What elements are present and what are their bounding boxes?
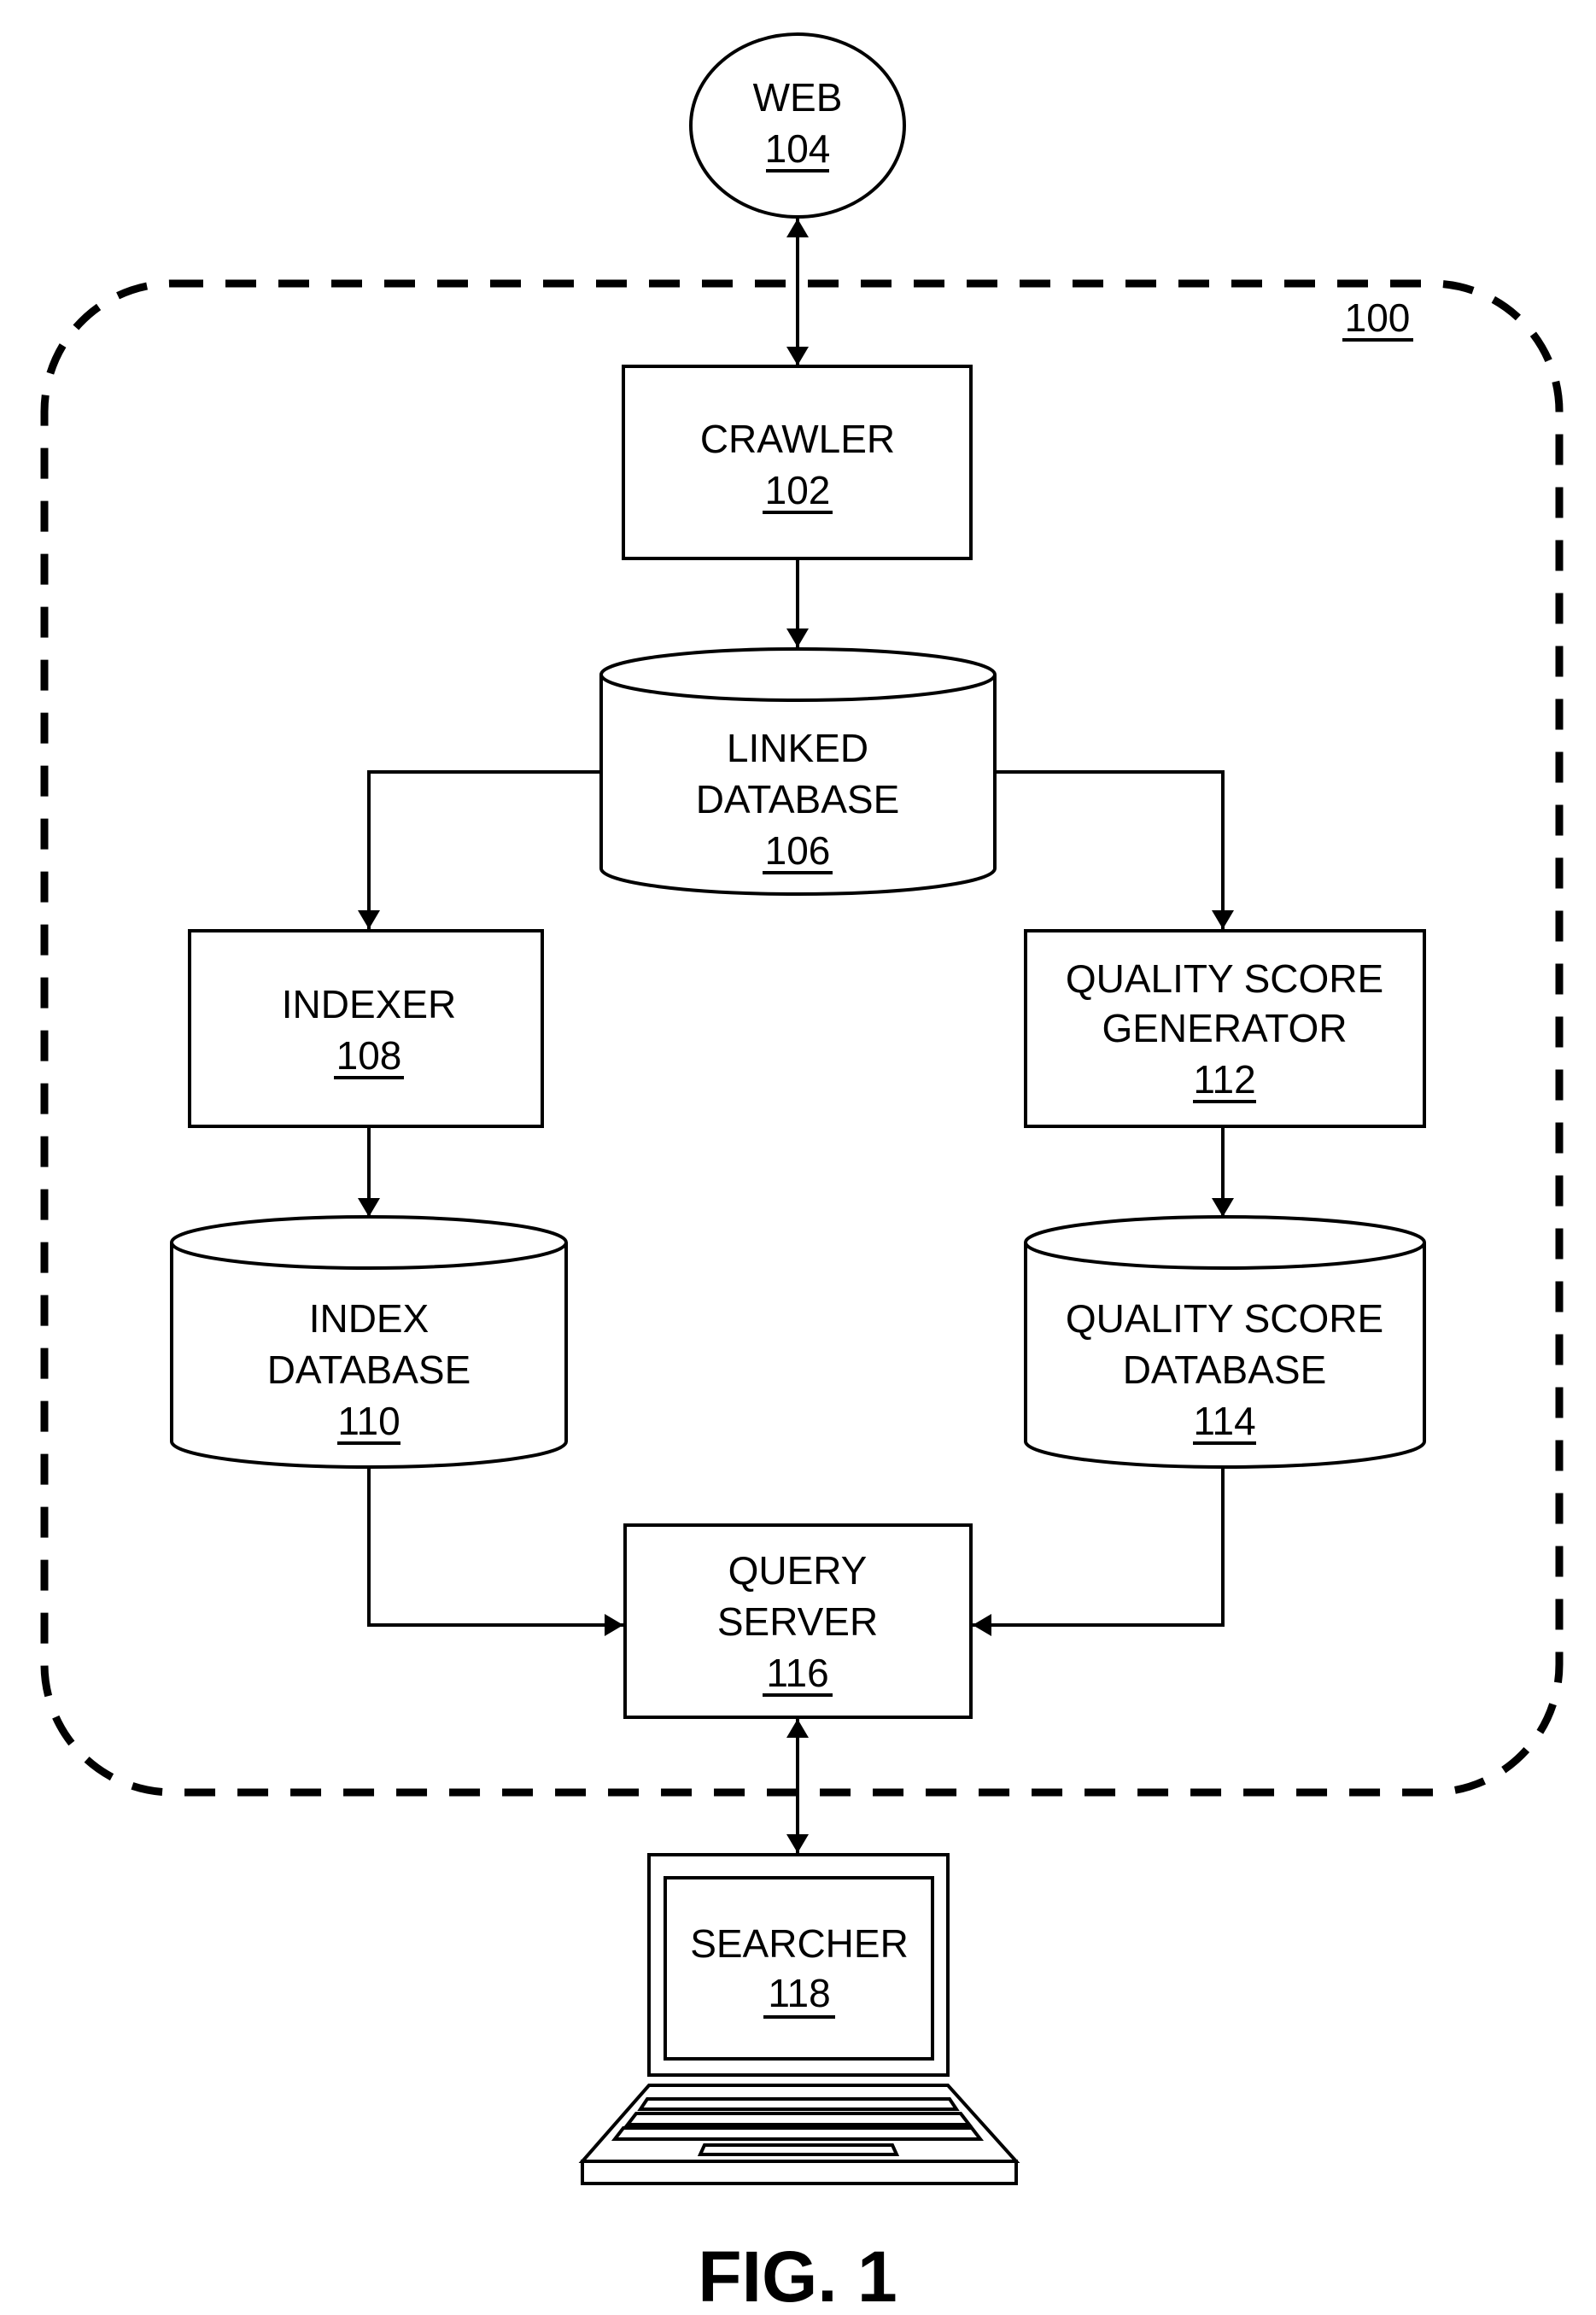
web-ref: 104 (765, 126, 831, 171)
searcher-ref: 118 (768, 1971, 830, 2015)
node-crawler: CRAWLER 102 (622, 365, 973, 560)
laptop-screen (664, 1876, 934, 2061)
query-server-ref: 116 (766, 1651, 828, 1695)
node-quality-score-database: QUALITY SCORE DATABASE 114 (1024, 1215, 1426, 1469)
qsg-ref: 112 (1193, 1057, 1255, 1102)
laptop-base (581, 2160, 1018, 2185)
node-linked-database: LINKED DATABASE 106 (599, 647, 997, 896)
indexer-ref: 108 (336, 1033, 402, 1078)
node-index-database: INDEX DATABASE 110 (170, 1215, 568, 1469)
indexer-label: INDEXER (282, 982, 456, 1026)
edge-qsdb-queryserver (973, 1467, 1225, 1636)
crawler-label: CRAWLER (700, 417, 895, 461)
searcher-label: SEARCHER (690, 1921, 909, 1966)
qs-db-label-1: QUALITY SCORE (1066, 1296, 1383, 1341)
laptop-key-row-1 (637, 2097, 960, 2111)
edge-linkeddb-qsg (995, 770, 1234, 929)
qs-db-label-2: DATABASE (1123, 1347, 1327, 1392)
figure-label: FIG. 1 (698, 2236, 897, 2315)
laptop-key-row-3 (611, 2126, 985, 2141)
node-web: WEB 104 (689, 32, 906, 219)
index-db-label-2: DATABASE (267, 1347, 471, 1392)
system-ref: 100 (1345, 295, 1411, 340)
web-label: WEB (753, 75, 843, 120)
laptop-key-row-2 (623, 2112, 973, 2126)
qs-db-ref: 114 (1193, 1399, 1255, 1443)
linked-db-label-1: LINKED (727, 726, 868, 770)
crawler-ref: 102 (765, 468, 831, 512)
linked-db-ref: 106 (765, 828, 831, 873)
edge-linkeddb-indexer (358, 770, 601, 929)
linked-db-label-2: DATABASE (696, 777, 900, 821)
edge-indexdb-queryserver (367, 1467, 623, 1636)
index-db-ref: 110 (337, 1399, 400, 1443)
index-db-label-1: INDEX (309, 1296, 430, 1341)
node-query-server: QUERY SERVER 116 (623, 1523, 973, 1719)
query-server-label-2: SERVER (717, 1599, 878, 1644)
laptop-touchpad (697, 2143, 900, 2156)
node-searcher: SEARCHER 118 (578, 1853, 1020, 2185)
node-quality-score-generator: QUALITY SCORE GENERATOR 112 (1024, 929, 1426, 1128)
qsg-label-2: GENERATOR (1102, 1006, 1347, 1050)
node-indexer: INDEXER 108 (188, 929, 544, 1128)
query-server-label-1: QUERY (728, 1548, 868, 1593)
system-diagram: 100 WEB 104 CRAWLER 102 LINKED DATABASE … (40, 32, 1564, 2315)
qsg-label-1: QUALITY SCORE (1066, 956, 1383, 1001)
